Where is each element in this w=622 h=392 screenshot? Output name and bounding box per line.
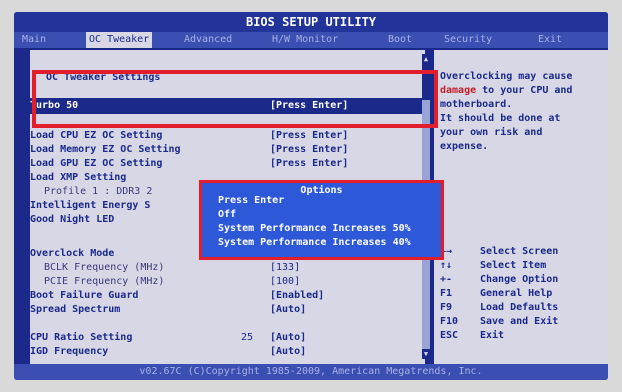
option-off[interactable]: Off	[218, 209, 236, 220]
igd-frequency-label[interactable]: IGD Frequency	[30, 346, 108, 357]
scroll-up-icon[interactable]: ▲	[422, 54, 430, 64]
key-row: +- Change Option	[440, 274, 602, 288]
help-line-4: It should be done at	[440, 113, 561, 124]
key-select-item: ↑↓	[440, 260, 453, 271]
bclk-frequency-value[interactable]: [133]	[270, 262, 300, 273]
key-f10: F10	[440, 316, 459, 327]
load-gpu-ez-oc-value[interactable]: [Press Enter]	[270, 158, 348, 169]
load-memory-ez-oc-label[interactable]: Load Memory EZ OC Setting	[30, 144, 181, 155]
option-perf-40[interactable]: System Performance Increases 40%	[218, 237, 411, 248]
cpu-ratio-value[interactable]: [Auto]	[270, 332, 306, 343]
key-select-item-desc: Select Item	[480, 260, 547, 271]
profile-1-label: Profile 1 : DDR3 2	[44, 186, 153, 197]
key-row: ↑↓ Select Item	[440, 260, 602, 274]
key-f1: F1	[440, 288, 453, 299]
key-change-option-desc: Change Option	[480, 274, 559, 285]
bios-footer: v02.67C (C)Copyright 1985-2009, American…	[14, 364, 608, 380]
pcie-frequency-label[interactable]: PCIE Frequency (MHz)	[44, 276, 164, 287]
pcie-frequency-value[interactable]: [100]	[270, 276, 300, 287]
option-perf-50[interactable]: System Performance Increases 50%	[218, 223, 411, 234]
boot-failure-guard-value[interactable]: [Enabled]	[270, 290, 324, 301]
help-line-1: Overclocking may cause	[440, 71, 573, 82]
load-memory-ez-oc-value[interactable]: [Press Enter]	[270, 144, 348, 155]
load-xmp-label[interactable]: Load XMP Setting	[30, 172, 126, 183]
overclock-mode-label[interactable]: Overclock Mode	[30, 248, 114, 259]
boot-failure-guard-label[interactable]: Boot Failure Guard	[30, 290, 138, 301]
cpu-ratio-number: 25	[241, 332, 254, 343]
load-cpu-ez-oc-label[interactable]: Load CPU EZ OC Setting	[30, 130, 162, 141]
key-esc-desc: Exit	[480, 330, 505, 341]
tab-exit[interactable]: Exit	[538, 32, 562, 48]
tab-boot[interactable]: Boot	[388, 32, 412, 48]
key-row: ESC Exit	[440, 330, 602, 344]
intelligent-energy-label[interactable]: Intelligent Energy S	[30, 200, 150, 211]
key-f10-desc: Save and Exit	[480, 316, 559, 327]
bios-screen: BIOS SETUP UTILITY Main OC Tweaker Advan…	[14, 12, 608, 380]
key-row: ←→ Select Screen	[440, 246, 602, 260]
tab-bar: Main OC Tweaker Advanced H/W Monitor Boo…	[14, 32, 608, 48]
key-f1-desc: General Help	[480, 288, 553, 299]
load-gpu-ez-oc-label[interactable]: Load GPU EZ OC Setting	[30, 158, 162, 169]
help-line-6: expense.	[440, 141, 489, 152]
key-f9-desc: Load Defaults	[480, 302, 559, 313]
options-popup: Options Press Enter Off System Performan…	[199, 180, 444, 260]
key-change-option: +-	[440, 274, 453, 285]
help-line-2: damage to your CPU and	[440, 84, 602, 98]
key-select-screen-desc: Select Screen	[480, 246, 559, 257]
load-cpu-ez-oc-value[interactable]: [Press Enter]	[270, 130, 348, 141]
tab-hw-monitor[interactable]: H/W Monitor	[272, 32, 338, 48]
key-row: F9 Load Defaults	[440, 302, 602, 316]
scroll-down-icon[interactable]: ▼	[422, 349, 430, 359]
annotation-highlight-turbo	[32, 70, 438, 128]
help-warning-word: damage	[440, 85, 477, 96]
help-line-3: motherboard.	[440, 99, 513, 110]
spread-spectrum-value[interactable]: [Auto]	[270, 304, 306, 315]
bclk-frequency-label[interactable]: BCLK Frequency (MHz)	[44, 262, 164, 273]
key-esc: ESC	[440, 330, 459, 341]
cpu-ratio-label[interactable]: CPU Ratio Setting	[30, 332, 132, 343]
help-text: Overclocking may cause damage to your CP…	[440, 70, 602, 154]
bios-title: BIOS SETUP UTILITY	[14, 12, 608, 32]
good-night-led-label[interactable]: Good Night LED	[30, 214, 114, 225]
tab-oc-tweaker[interactable]: OC Tweaker	[86, 32, 153, 48]
tab-advanced[interactable]: Advanced	[184, 32, 232, 48]
key-row: F1 General Help	[440, 288, 602, 302]
spread-spectrum-label[interactable]: Spread Spectrum	[30, 304, 120, 315]
tab-main[interactable]: Main	[22, 32, 46, 48]
option-press-enter[interactable]: Press Enter	[218, 195, 284, 206]
igd-frequency-value[interactable]: [Auto]	[270, 346, 306, 357]
key-f9: F9	[440, 302, 453, 313]
help-line-5: your own risk and	[440, 127, 543, 138]
key-row: F10 Save and Exit	[440, 316, 602, 330]
help-line-2-rest: to your CPU and	[476, 85, 573, 96]
tab-security[interactable]: Security	[444, 32, 492, 48]
